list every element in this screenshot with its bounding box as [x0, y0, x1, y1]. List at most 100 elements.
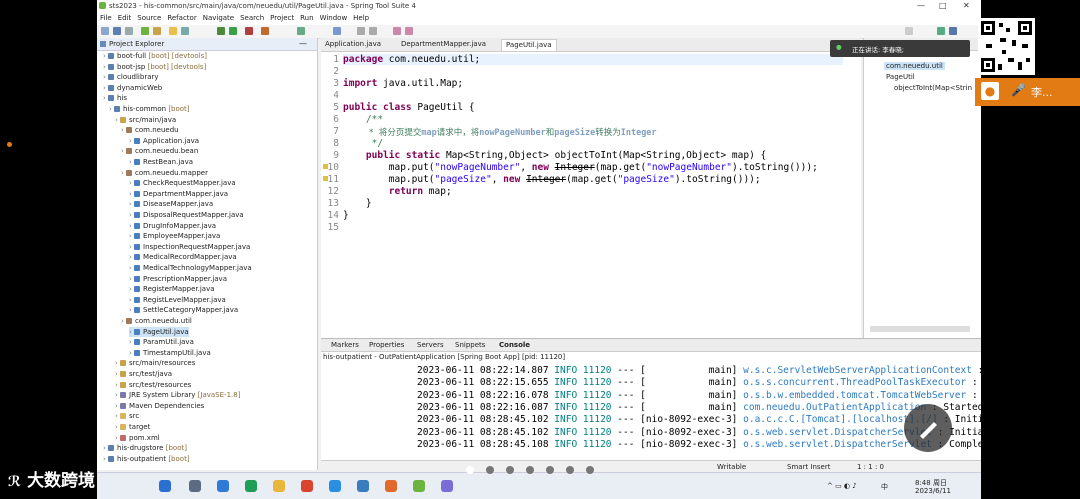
tree-item[interactable]: › PrescriptionMapper.java: [129, 274, 227, 284]
floating-control[interactable]: [904, 404, 952, 452]
menu-navigate[interactable]: Navigate: [203, 14, 234, 22]
menu-search[interactable]: Search: [240, 14, 264, 22]
tree-item[interactable]: › DisposalRequestMapper.java: [129, 210, 244, 220]
tree-item[interactable]: › boot-full [boot] [devtools]: [103, 51, 207, 61]
task-view-icon[interactable]: [189, 480, 201, 492]
tree-item[interactable]: › src: [115, 411, 139, 421]
warning-marker-icon[interactable]: [323, 164, 328, 169]
page-dot[interactable]: [506, 466, 514, 474]
tree-item[interactable]: › cloudlibrary: [103, 72, 159, 82]
tree-item[interactable]: › Maven Dependencies: [115, 401, 204, 411]
sts-taskbar-icon[interactable]: [413, 480, 425, 492]
page-dot[interactable]: [546, 466, 554, 474]
menu-edit[interactable]: Edit: [118, 14, 132, 22]
tab-page-util-java[interactable]: PageUtil.java: [501, 39, 557, 51]
tree-item[interactable]: › pom.xml: [115, 433, 160, 443]
external-tools-icon[interactable]: [333, 27, 341, 35]
menu-project[interactable]: Project: [270, 14, 294, 22]
tree-item[interactable]: › MedicalTechnologyMapper.java: [129, 263, 252, 273]
save-icon[interactable]: [113, 27, 121, 35]
chrome-icon[interactable]: [301, 480, 313, 492]
ime-indicator[interactable]: 中: [881, 482, 888, 492]
browser-icon[interactable]: [329, 480, 341, 492]
tab-snippets[interactable]: Snippets: [455, 341, 485, 349]
stop-icon[interactable]: [245, 27, 253, 35]
tree-item[interactable]: › InspectionRequestMapper.java: [129, 242, 250, 252]
page-dot[interactable]: [526, 466, 534, 474]
warning-marker-icon[interactable]: [323, 176, 328, 181]
tab-department-mapper-java[interactable]: DepartmentMapper.java: [397, 39, 490, 50]
tree-item[interactable]: › CheckRequestMapper.java: [129, 178, 236, 188]
tree-item[interactable]: › TimestampUtil.java: [129, 348, 211, 358]
tree-item[interactable]: › JRE System Library [JavaSE-1.8]: [115, 390, 240, 400]
boot-dashboard-icon[interactable]: [141, 27, 149, 35]
tree-item[interactable]: › his: [103, 93, 127, 103]
back-icon[interactable]: [393, 27, 401, 35]
tree-item[interactable]: › his-common [boot]: [109, 104, 190, 114]
run-icon[interactable]: [229, 27, 237, 35]
outline-scrollbar[interactable]: [870, 326, 970, 332]
tree-item[interactable]: › com.neuedu.bean: [121, 146, 198, 156]
code-area[interactable]: 1 2 3 4 5 6 7 8 9 10 11 12 13 14 15 pack…: [321, 52, 861, 332]
tree-item[interactable]: › EmployeeMapper.java: [129, 231, 220, 241]
next-annotation-icon[interactable]: [357, 27, 365, 35]
search-field-icon[interactable]: [905, 27, 913, 35]
tree-item[interactable]: › RegisterMapper.java: [129, 284, 215, 294]
tree-item[interactable]: › src/test/resources: [115, 380, 191, 390]
meeting-icon[interactable]: [441, 480, 453, 492]
new-icon[interactable]: [101, 27, 109, 35]
menu-source[interactable]: Source: [137, 14, 161, 22]
tree-item[interactable]: › dynamicWeb: [103, 83, 162, 93]
teams-icon[interactable]: [217, 480, 229, 492]
relaunch-icon[interactable]: [261, 27, 269, 35]
tree-item[interactable]: › RegistLevelMapper.java: [129, 295, 226, 305]
file-explorer-icon[interactable]: [273, 480, 285, 492]
perspective-spring-icon[interactable]: [937, 27, 945, 35]
perspective-java-icon[interactable]: [949, 27, 957, 35]
outline-class[interactable]: PageUtil: [886, 73, 915, 81]
menu-help[interactable]: Help: [353, 14, 369, 22]
minimize-view-icon[interactable]: —: [299, 39, 307, 48]
tab-console[interactable]: Console: [499, 341, 530, 349]
maximize-icon[interactable]: □: [939, 1, 947, 10]
close-icon[interactable]: ✕: [963, 1, 970, 10]
outline-package[interactable]: com.neuedu.util: [884, 62, 945, 70]
edge-icon[interactable]: [245, 480, 257, 492]
tree-item[interactable]: › com.neuedu.mapper: [121, 168, 208, 178]
tree-item[interactable]: › boot-jsp [boot] [devtools]: [103, 62, 206, 72]
tree-item[interactable]: › RestBean.java: [129, 157, 193, 167]
tree-item[interactable]: › src/main/java: [115, 115, 176, 125]
minimize-icon[interactable]: —: [917, 1, 925, 10]
tree-item[interactable]: › com.neuedu: [121, 125, 179, 135]
page-dot[interactable]: [586, 466, 594, 474]
tree-item[interactable]: › src/main/resources: [115, 358, 195, 368]
tab-properties[interactable]: Properties: [369, 341, 404, 349]
menu-file[interactable]: File: [100, 14, 112, 22]
menu-window[interactable]: Window: [320, 14, 348, 22]
forward-icon[interactable]: [405, 27, 413, 35]
clock-date[interactable]: 2023/6/11: [915, 487, 951, 495]
tree-item[interactable]: › com.neuedu.util: [121, 316, 192, 326]
tab-servers[interactable]: Servers: [417, 341, 444, 349]
page-dot[interactable]: [466, 466, 474, 474]
open-type-icon[interactable]: [153, 27, 161, 35]
app-icon[interactable]: [385, 480, 397, 492]
menu-run[interactable]: Run: [300, 14, 313, 22]
tree-item[interactable]: › SettleCategoryMapper.java: [129, 305, 238, 315]
page-dot[interactable]: [566, 466, 574, 474]
store-icon[interactable]: [357, 480, 369, 492]
page-dot[interactable]: [486, 466, 494, 474]
tree-item[interactable]: › Application.java: [129, 136, 199, 146]
menu-refactor[interactable]: Refactor: [167, 14, 196, 22]
tree-item[interactable]: › MedicalRecordMapper.java: [129, 252, 237, 262]
tree-item[interactable]: › his-outpatient [boot]: [103, 454, 190, 464]
tree-item[interactable]: › target: [115, 422, 150, 432]
start-icon[interactable]: [159, 480, 171, 492]
tree-item[interactable]: › DepartmentMapper.java: [129, 189, 228, 199]
participant-tile[interactable]: ● 🎤 李...: [975, 78, 1080, 106]
save-all-icon[interactable]: [125, 27, 133, 35]
prev-annotation-icon[interactable]: [369, 27, 377, 35]
tree-item[interactable]: › ParamUtil.java: [129, 337, 194, 347]
package-icon[interactable]: [169, 27, 177, 35]
tree-item[interactable]: › DrugInfoMapper.java: [129, 221, 216, 231]
